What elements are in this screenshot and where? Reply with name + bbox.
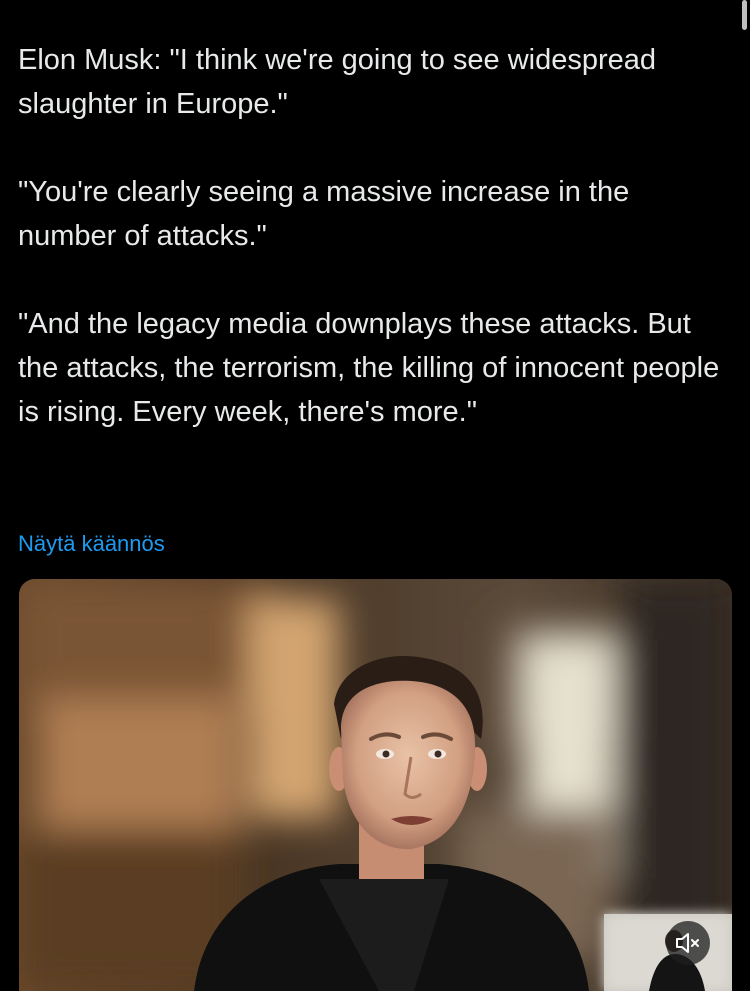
video-frame — [19, 579, 732, 991]
mute-toggle-button[interactable] — [666, 921, 710, 965]
show-translation-link[interactable]: Näytä käännös — [18, 528, 165, 560]
video-player[interactable] — [19, 579, 732, 991]
tweet-detail-view: Elon Musk: "I think we're going to see w… — [0, 0, 750, 991]
tweet-paragraph-2: "You're clearly seeing a massive increas… — [18, 176, 630, 252]
speaker-muted-icon — [675, 932, 701, 954]
tweet-paragraph-3: "And the legacy media downplays these at… — [18, 308, 720, 428]
scrollbar[interactable] — [742, 0, 747, 30]
tweet-paragraph-1: Elon Musk: "I think we're going to see w… — [18, 44, 657, 120]
tweet-text: Elon Musk: "I think we're going to see w… — [18, 38, 733, 434]
